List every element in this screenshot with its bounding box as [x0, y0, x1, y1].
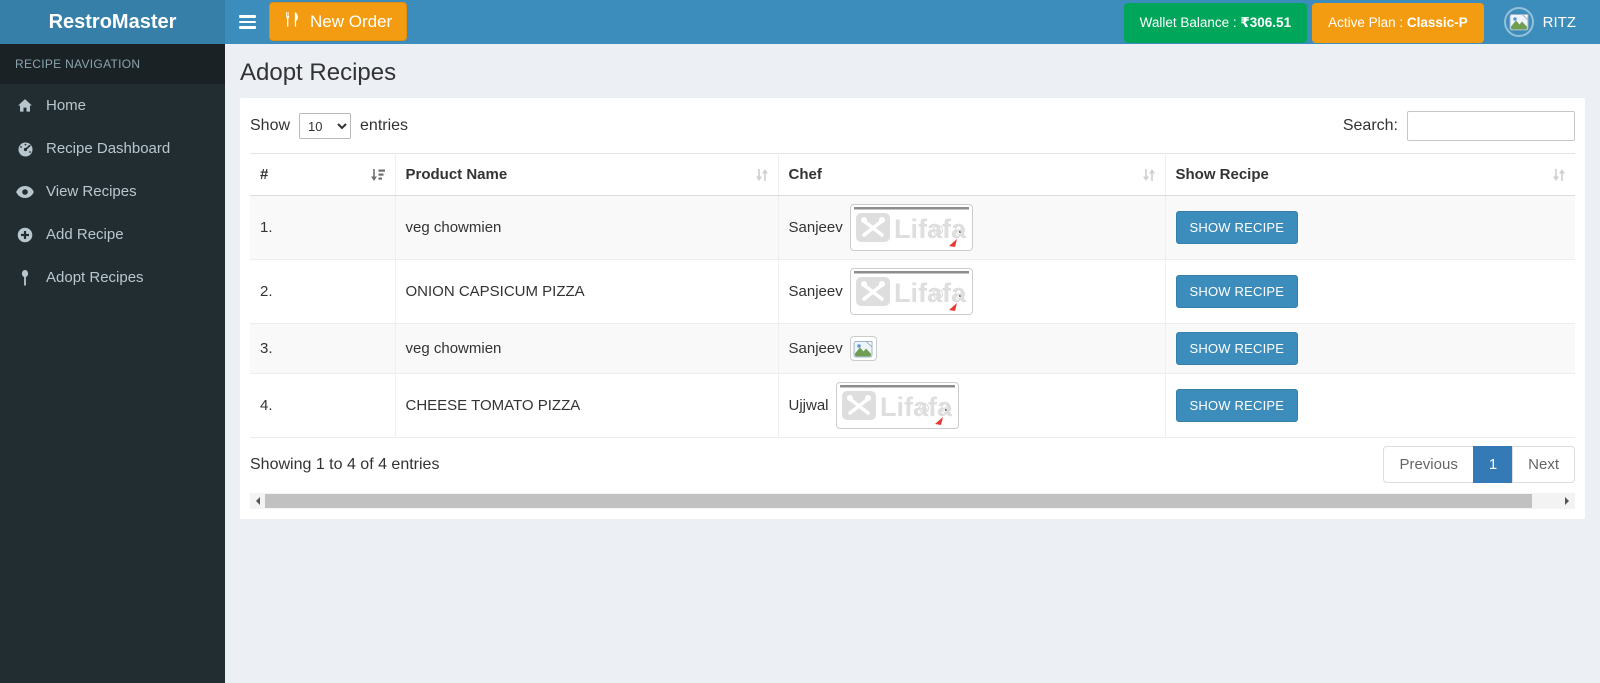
pagination-page-1-button[interactable]: 1	[1472, 446, 1514, 483]
sidebar-toggle-button[interactable]	[225, 0, 269, 44]
adopt-recipes-panel: Show 10 entries Search: # Product Name C…	[240, 98, 1585, 519]
svg-text:Lifafa: Lifafa	[894, 278, 967, 308]
chef-name: Ujjwal	[788, 397, 829, 414]
scrollbar-thumb[interactable]	[265, 494, 1532, 508]
wallet-balance-label: Wallet Balance :	[1139, 15, 1241, 30]
scrollbar-left-arrow-icon[interactable]	[250, 493, 265, 509]
table-footer: Showing 1 to 4 of 4 entries Previous 1 N…	[250, 446, 1575, 483]
chef-name: Sanjeev	[788, 283, 843, 300]
sidebar-item-label: View Recipes	[46, 183, 137, 200]
row-index: 2.	[250, 259, 396, 324]
search-control: Search:	[1343, 111, 1575, 141]
table-row: 1. veg chowmien Sanjeev Lifafa SHOW RECI…	[250, 195, 1575, 260]
top-navbar: RestroMaster New Order Wallet Balance : …	[0, 0, 1600, 44]
column-header-index[interactable]: #	[250, 153, 396, 196]
dashboard-icon	[15, 141, 35, 157]
sidebar: RECIPE NAVIGATION Home Recipe Dashboard	[0, 44, 225, 683]
product-name: veg chowmien	[395, 195, 779, 260]
sort-amount-asc-icon[interactable]	[370, 167, 386, 183]
new-order-button[interactable]: New Order	[269, 2, 408, 41]
pagination-previous-button[interactable]: Previous	[1383, 446, 1474, 483]
plus-circle-icon	[15, 227, 35, 243]
row-index: 1.	[250, 195, 396, 260]
recipes-table: # Product Name Chef Show Recipe 1. veg c…	[250, 153, 1575, 438]
search-input[interactable]	[1407, 111, 1575, 141]
page-length-control: Show 10 entries	[250, 113, 408, 139]
sidebar-item-adopt-recipes[interactable]: Adopt Recipes	[0, 256, 225, 299]
username-label: RITZ	[1542, 13, 1576, 31]
active-plan-badge[interactable]: Active Plan : Classic-P	[1312, 2, 1484, 43]
wallet-balance-badge[interactable]: Wallet Balance : ₹306.51	[1123, 2, 1308, 43]
sort-both-icon[interactable]	[1141, 167, 1156, 183]
hamburger-icon	[238, 20, 256, 24]
show-recipe-button[interactable]: SHOW RECIPE	[1175, 332, 1299, 365]
table-controls: Show 10 entries Search:	[250, 108, 1575, 153]
column-header-product-name[interactable]: Product Name	[395, 153, 779, 196]
chef-name: Sanjeev	[788, 219, 843, 236]
wallet-balance-value: ₹306.51	[1240, 14, 1292, 30]
sidebar-item-add-recipe[interactable]: Add Recipe	[0, 213, 225, 256]
sidebar-item-label: Home	[46, 97, 87, 114]
entries-label: entries	[360, 117, 409, 134]
pagination: Previous 1 Next	[1383, 446, 1575, 483]
table-row: 3. veg chowmien Sanjeev SHOW RECIPE	[250, 323, 1575, 374]
broken-image-icon	[849, 336, 877, 361]
search-label: Search:	[1342, 117, 1398, 134]
active-plan-label: Active Plan :	[1328, 15, 1407, 30]
table-row: 4. CHEESE TOMATO PIZZA Ujjwal Lifafa SHO…	[250, 373, 1575, 438]
new-order-label: New Order	[310, 11, 393, 31]
recipe-image-lifafa-watermark: Lifafa	[849, 204, 973, 251]
sidebar-item-home[interactable]: Home	[0, 84, 225, 127]
user-menu[interactable]: RITZ	[1503, 7, 1576, 37]
sidebar-item-label: Recipe Dashboard	[46, 140, 171, 157]
column-header-show-recipe[interactable]: Show Recipe	[1165, 153, 1575, 196]
page-length-select[interactable]: 10	[299, 113, 352, 139]
sidebar-item-view-recipes[interactable]: View Recipes	[0, 170, 225, 213]
show-label: Show	[250, 117, 291, 134]
show-recipe-button[interactable]: SHOW RECIPE	[1175, 389, 1299, 422]
sidebar-item-label: Adopt Recipes	[46, 269, 144, 286]
recipe-image-lifafa-watermark: Lifafa	[849, 268, 973, 315]
sidebar-item-label: Add Recipe	[46, 226, 124, 243]
table-row: 2. ONION CAPSICUM PIZZA Sanjeev Lifafa S…	[250, 259, 1575, 324]
pagination-next-button[interactable]: Next	[1512, 446, 1575, 483]
navbar-right-section: Wallet Balance : ₹306.51 Active Plan : C…	[1123, 0, 1600, 44]
home-icon	[15, 98, 35, 113]
row-index: 4.	[250, 373, 396, 438]
hamburger-icon	[238, 15, 256, 18]
horizontal-scrollbar	[250, 493, 1575, 509]
show-recipe-button[interactable]: SHOW RECIPE	[1175, 211, 1299, 244]
eye-icon	[15, 185, 35, 198]
sidebar-item-recipe-dashboard[interactable]: Recipe Dashboard	[0, 127, 225, 170]
brand-logo[interactable]: RestroMaster	[0, 0, 225, 44]
entries-info: Showing 1 to 4 of 4 entries	[250, 455, 440, 473]
page-title: Adopt Recipes	[240, 59, 397, 86]
sort-both-icon[interactable]	[1551, 167, 1566, 183]
scrollbar-track[interactable]	[265, 493, 1560, 509]
user-avatar-broken-image-icon	[1503, 7, 1534, 37]
product-name: ONION CAPSICUM PIZZA	[395, 259, 779, 324]
recipe-image-lifafa-watermark: Lifafa	[835, 382, 959, 429]
sort-both-icon[interactable]	[754, 167, 769, 183]
table-header-row: # Product Name Chef Show Recipe	[250, 153, 1575, 196]
column-header-chef[interactable]: Chef	[778, 153, 1166, 196]
scrollbar-right-arrow-icon[interactable]	[1560, 493, 1575, 509]
spoon-icon	[15, 269, 35, 286]
product-name: veg chowmien	[395, 323, 779, 374]
row-index: 3.	[250, 323, 396, 374]
svg-text:Lifafa: Lifafa	[894, 214, 967, 244]
product-name: CHEESE TOMATO PIZZA	[395, 373, 779, 438]
main-content: Adopt Recipes Show 10 entries Search: #	[225, 44, 1600, 683]
chef-name: Sanjeev	[788, 340, 843, 357]
sidebar-section-header: RECIPE NAVIGATION	[0, 44, 225, 84]
hamburger-icon	[238, 26, 256, 29]
active-plan-value: Classic-P	[1406, 15, 1468, 30]
svg-text:Lifafa: Lifafa	[880, 392, 953, 422]
show-recipe-button[interactable]: SHOW RECIPE	[1175, 275, 1299, 308]
cutlery-icon	[284, 11, 301, 33]
